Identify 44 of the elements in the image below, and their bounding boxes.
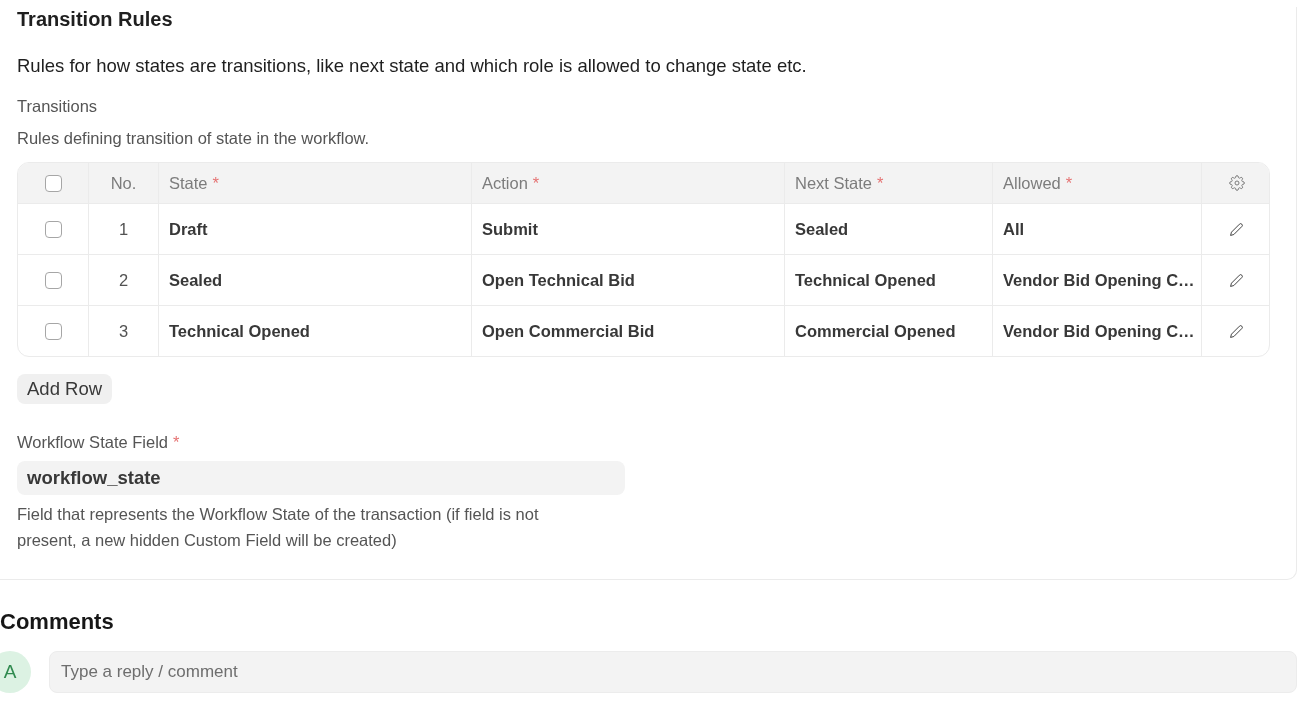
column-header: Next State [795, 173, 873, 193]
avatar: A [0, 651, 31, 693]
table-cell: Submit [471, 204, 784, 254]
column-header: State [169, 173, 208, 193]
add-row-button[interactable]: Add Row [17, 374, 113, 404]
table-cell: All [992, 204, 1201, 254]
table-cell: Vendor Bid Opening C… [992, 255, 1201, 305]
pencil-icon[interactable] [1230, 273, 1243, 287]
field-label: Transitions [17, 96, 98, 116]
row-checkbox[interactable] [44, 271, 62, 289]
table-cell: Sealed [784, 204, 992, 254]
table-cell: Commercial Opened [784, 306, 992, 356]
table-cell: Technical Opened [784, 255, 992, 305]
table-cell: 1 [88, 204, 158, 254]
column-header: Allowed [1003, 173, 1061, 193]
row-checkbox[interactable] [44, 322, 62, 340]
pencil-icon[interactable] [1230, 222, 1243, 236]
required-mark: * [1065, 173, 1073, 193]
comments-heading: Comments [0, 609, 114, 635]
table-cell: Vendor Bid Opening C… [992, 306, 1201, 356]
table-cell: Open Technical Bid [471, 255, 784, 305]
section-description: Rules for how states are transitions, like next state and which role is allowed to change state etc. [17, 54, 807, 78]
table-cell: Sealed [158, 255, 471, 305]
settings-icon[interactable] [1228, 175, 1245, 191]
required-mark: * [877, 173, 884, 193]
field-label: Workflow State Field [17, 433, 168, 451]
table-cell: 2 [88, 255, 158, 305]
field-description: Field that represents the Workflow State of the transaction (if field is not present, a new hidden Custom Field will be created) [17, 504, 540, 551]
workflow-state-field[interactable]: workflow_state [17, 461, 625, 495]
field-description: Rules defining transition of state in the workflow. [17, 128, 370, 148]
table-cell: Technical Opened [158, 306, 471, 356]
required-mark: * [532, 173, 540, 193]
select-all-checkbox[interactable] [44, 174, 62, 192]
column-header: No. [110, 173, 137, 193]
table-cell: 3 [88, 306, 158, 356]
pencil-icon[interactable] [1230, 324, 1243, 338]
row-checkbox[interactable] [44, 220, 62, 238]
section-title: Transition Rules [17, 7, 173, 31]
column-header: Action [482, 173, 528, 193]
comment-input[interactable]: Type a reply / comment [49, 651, 1297, 693]
required-mark: * [173, 433, 180, 451]
table-cell: Draft [158, 204, 471, 254]
required-mark: * [212, 173, 219, 193]
table-cell: Open Commercial Bid [471, 306, 784, 356]
